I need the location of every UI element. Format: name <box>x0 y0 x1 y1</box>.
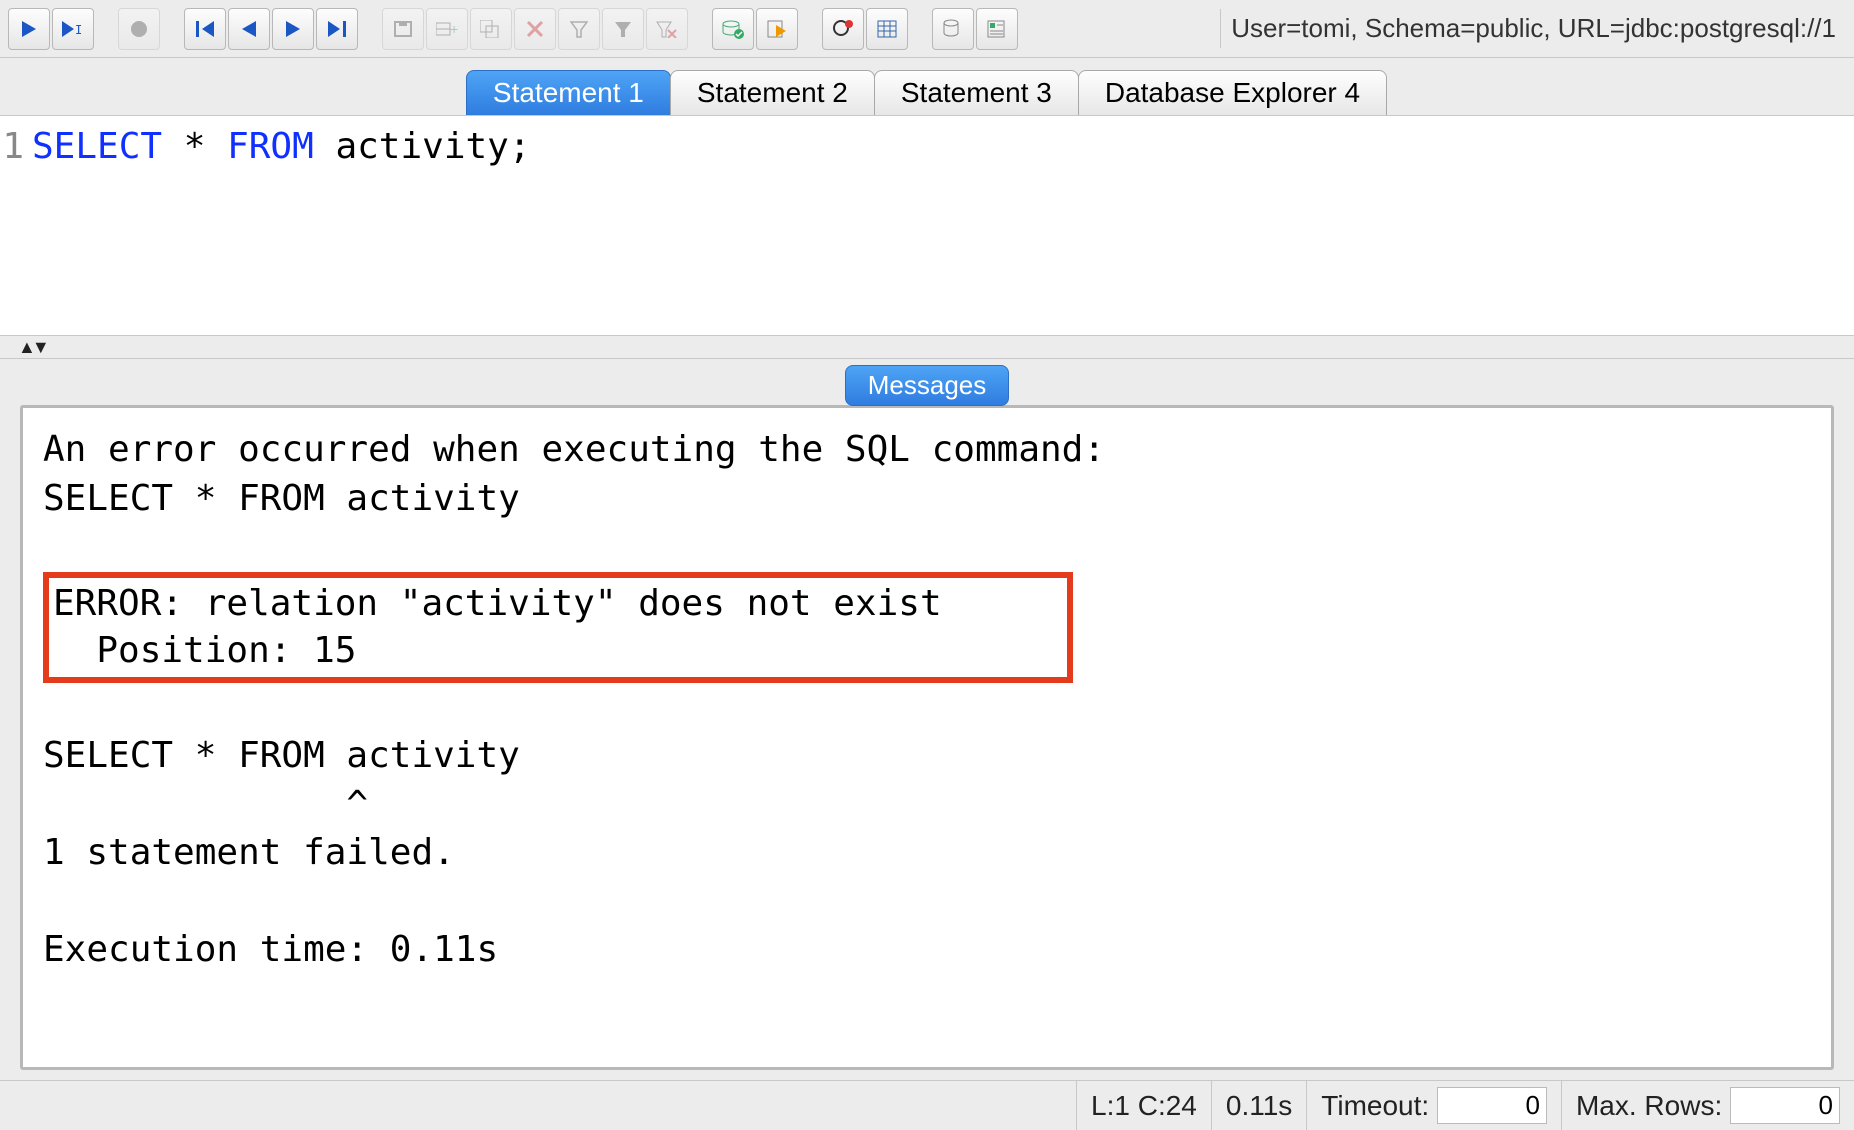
save-grid-button[interactable] <box>382 8 424 50</box>
exec-time: 0.11s <box>1211 1081 1306 1130</box>
keyword-from: FROM <box>227 126 314 167</box>
toggle-autocommit-button[interactable] <box>822 8 864 50</box>
splitter-handle[interactable]: ▲▼ <box>0 335 1854 359</box>
statement-tabs: Statement 1 Statement 2 Statement 3 Data… <box>0 58 1854 115</box>
maxrows-input[interactable] <box>1730 1087 1840 1124</box>
cursor-position: L:1 C:24 <box>1076 1081 1211 1130</box>
last-record-button[interactable] <box>316 8 358 50</box>
msg-intro-2: SELECT * FROM activity <box>43 478 520 519</box>
tab-statement-3[interactable]: Statement 3 <box>874 70 1079 115</box>
db-tree-button[interactable] <box>932 8 974 50</box>
filter-add-button[interactable] <box>558 8 600 50</box>
copy-row-button[interactable] <box>470 8 512 50</box>
filter-clear-button[interactable] <box>646 8 688 50</box>
next-record-button[interactable] <box>272 8 314 50</box>
toolbar: I + <box>0 0 1854 58</box>
maxrows-label: Max. Rows: <box>1576 1090 1722 1122</box>
msg-exec-time: Execution time: 0.11s <box>43 929 498 970</box>
prev-record-button[interactable] <box>228 8 270 50</box>
stop-button[interactable] <box>118 8 160 50</box>
keyword-select: SELECT <box>32 126 162 167</box>
tab-statement-1[interactable]: Statement 1 <box>466 70 671 115</box>
filter-apply-button[interactable] <box>602 8 644 50</box>
delete-row-button[interactable] <box>514 8 556 50</box>
editor-content[interactable]: SELECT * FROM activity; <box>26 116 537 335</box>
timeout-label: Timeout: <box>1321 1090 1429 1122</box>
timeout-input[interactable] <box>1437 1087 1547 1124</box>
run-current-button[interactable]: I <box>52 8 94 50</box>
add-row-button[interactable]: + <box>426 8 468 50</box>
tab-statement-2[interactable]: Statement 2 <box>670 70 875 115</box>
tab-db-explorer[interactable]: Database Explorer 4 <box>1078 70 1387 115</box>
first-record-button[interactable] <box>184 8 226 50</box>
maxrows-cell: Max. Rows: <box>1561 1081 1854 1130</box>
connection-info: User=tomi, Schema=public, URL=jdbc:postg… <box>1220 9 1846 48</box>
result-panel: Messages An error occurred when executin… <box>0 359 1854 1080</box>
error-line-2: Position: 15 <box>53 630 356 671</box>
timeout-cell: Timeout: <box>1306 1081 1561 1130</box>
msg-caret: ^ <box>43 784 368 825</box>
msg-echo: SELECT * FROM activity <box>43 735 520 776</box>
rollback-button[interactable] <box>756 8 798 50</box>
msg-intro-1: An error occurred when executing the SQL… <box>43 429 1105 470</box>
result-tab-messages[interactable]: Messages <box>845 365 1010 406</box>
svg-text:I: I <box>75 23 82 37</box>
commit-button[interactable] <box>712 8 754 50</box>
editor-text: * <box>162 126 227 167</box>
editor-text-rest: activity; <box>314 126 531 167</box>
messages-area[interactable]: An error occurred when executing the SQL… <box>20 405 1834 1070</box>
run-button[interactable] <box>8 8 50 50</box>
msg-fail: 1 statement failed. <box>43 832 455 873</box>
line-gutter: 1 <box>0 116 26 335</box>
show-table-button[interactable] <box>866 8 908 50</box>
svg-text:+: + <box>450 21 458 37</box>
splitter-arrows-icon: ▲▼ <box>18 337 46 358</box>
error-line-1: ERROR: relation "activity" does not exis… <box>53 583 942 624</box>
status-bar: L:1 C:24 0.11s Timeout: Max. Rows: <box>0 1080 1854 1130</box>
error-highlight: ERROR: relation "activity" does not exis… <box>43 572 1073 684</box>
db-info-button[interactable] <box>976 8 1018 50</box>
sql-editor[interactable]: 1 SELECT * FROM activity; <box>0 115 1854 335</box>
